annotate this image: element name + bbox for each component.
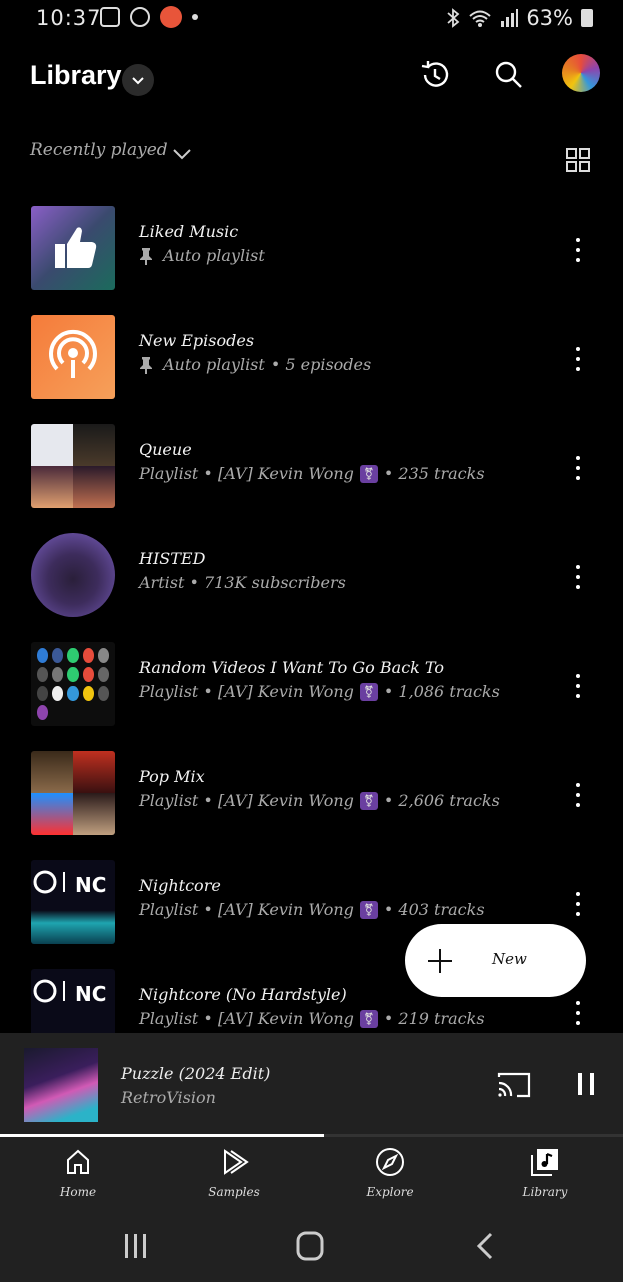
ncs-logo: NC: [33, 870, 106, 897]
podcast-icon: [49, 329, 97, 378]
chevron-down-icon: [132, 77, 144, 85]
list-item[interactable]: Random Videos I Want To Go Back To Playl…: [0, 630, 623, 739]
more-options-button[interactable]: [572, 456, 584, 480]
list-item[interactable]: Pop Mix Playlist • [AV] Kevin Wong ⚧ • 2…: [0, 739, 623, 848]
library-dropdown-button[interactable]: [122, 64, 154, 96]
signal-icon: [501, 9, 519, 27]
item-subtitle: Auto playlist: [139, 246, 265, 265]
mini-player[interactable]: Puzzle (2024 Edit) RetroVision: [0, 1033, 623, 1136]
item-subtitle: Auto playlist • 5 episodes: [139, 355, 371, 374]
transgender-symbol-icon: ⚧: [359, 682, 378, 701]
item-title: Liked Music: [139, 222, 239, 241]
search-icon: [495, 61, 522, 88]
item-subtitle: Playlist • [AV] Kevin Wong ⚧ • 2,606 tra…: [139, 791, 500, 810]
home-icon: [67, 1149, 89, 1174]
system-icons: 63%: [446, 6, 593, 30]
more-options-button[interactable]: [572, 1001, 584, 1025]
more-options-button[interactable]: [572, 565, 584, 589]
samples-icon: [224, 1149, 249, 1175]
thumbs-up-icon: [55, 227, 97, 268]
more-options-button[interactable]: [572, 783, 584, 807]
item-subtitle: Playlist • [AV] Kevin Wong ⚧ • 403 track…: [139, 900, 485, 919]
item-title: HISTED: [139, 549, 206, 568]
item-title: Nightcore: [139, 876, 221, 895]
wifi-icon: [469, 10, 491, 27]
item-subtitle: Playlist • [AV] Kevin Wong ⚧ • 219 track…: [139, 1009, 485, 1028]
transgender-symbol-icon: ⚧: [359, 464, 378, 483]
list-item[interactable]: New Episodes Auto playlist • 5 episodes: [0, 303, 623, 412]
item-title: Random Videos I Want To Go Back To: [139, 658, 444, 677]
item-subtitle: Artist • 713K subscribers: [139, 573, 346, 592]
status-time: 10:37: [36, 6, 102, 30]
system-navigation-bar: [0, 1217, 623, 1282]
notification-icon: [100, 7, 120, 27]
library-icon: [531, 1149, 558, 1176]
liked-music-thumbnail: [31, 206, 115, 290]
nav-explore[interactable]: Explore: [350, 1147, 430, 1199]
cast-icon[interactable]: [497, 1071, 531, 1099]
account-avatar[interactable]: [562, 54, 600, 92]
back-icon[interactable]: [474, 1231, 496, 1261]
new-button-label: New: [492, 950, 527, 968]
sort-filter-label[interactable]: Recently played: [30, 140, 168, 160]
plus-icon: [428, 949, 452, 973]
bluetooth-icon: [447, 8, 460, 28]
item-subtitle: Playlist • [AV] Kevin Wong ⚧ • 1,086 tra…: [139, 682, 500, 701]
pause-button[interactable]: [578, 1073, 594, 1095]
now-playing-artwork: [24, 1048, 98, 1122]
item-subtitle: Playlist • [AV] Kevin Wong ⚧ • 235 track…: [139, 464, 485, 483]
pop-mix-thumbnail: [31, 751, 115, 835]
list-item[interactable]: Queue Playlist • [AV] Kevin Wong ⚧ • 235…: [0, 412, 623, 521]
recorder-icon: [160, 6, 182, 28]
bottom-navigation: Home Samples Explore Library: [0, 1137, 623, 1217]
explore-icon: [376, 1148, 404, 1176]
new-playlist-button[interactable]: New: [405, 924, 586, 997]
pause-icon: [578, 1073, 582, 1095]
app-header: Library: [0, 50, 623, 106]
transgender-symbol-icon: ⚧: [359, 1009, 378, 1028]
item-title: Pop Mix: [139, 767, 205, 786]
item-title: New Episodes: [139, 331, 255, 350]
pin-icon: [140, 356, 152, 374]
more-notifications-icon: [192, 14, 198, 20]
grid-view-icon[interactable]: [566, 148, 590, 172]
ncs-logo: NC: [33, 979, 106, 1006]
media-icon: [130, 7, 150, 27]
nav-library[interactable]: Library: [505, 1147, 585, 1199]
battery-percent: 63%: [526, 6, 573, 30]
new-episodes-thumbnail: [31, 315, 115, 399]
history-button[interactable]: [418, 58, 452, 96]
nightcore-thumbnail: NC: [31, 860, 115, 944]
transgender-symbol-icon: ⚧: [359, 900, 378, 919]
search-button[interactable]: [492, 58, 524, 94]
svg-text:NC: NC: [75, 982, 106, 1006]
chevron-down-icon[interactable]: [170, 146, 194, 162]
page-title: Library: [30, 60, 122, 90]
random-videos-thumbnail: [31, 642, 115, 726]
histed-artist-avatar: [31, 533, 115, 617]
home-button-icon[interactable]: [296, 1231, 324, 1261]
svg-text:NC: NC: [75, 873, 106, 897]
history-icon: [421, 61, 449, 87]
more-options-button[interactable]: [572, 674, 584, 698]
more-options-button[interactable]: [572, 892, 584, 916]
item-title: Nightcore (No Hardstyle): [139, 985, 347, 1004]
queue-thumbnail: [31, 424, 115, 508]
list-item[interactable]: HISTED Artist • 713K subscribers: [0, 521, 623, 630]
nav-home[interactable]: Home: [38, 1147, 118, 1199]
transgender-symbol-icon: ⚧: [359, 791, 378, 810]
more-options-button[interactable]: [572, 347, 584, 371]
battery-icon: [581, 9, 593, 27]
status-bar: 10:37 63%: [0, 0, 623, 38]
recent-apps-icon[interactable]: [122, 1233, 150, 1259]
pin-icon: [140, 247, 152, 265]
item-title: Queue: [139, 440, 192, 459]
now-playing-artist: RetroVision: [121, 1088, 216, 1107]
list-item[interactable]: Liked Music Auto playlist: [0, 194, 623, 303]
now-playing-title: Puzzle (2024 Edit): [121, 1064, 271, 1083]
more-options-button[interactable]: [572, 238, 584, 262]
nav-samples[interactable]: Samples: [194, 1147, 274, 1199]
notification-icons: [100, 6, 198, 28]
